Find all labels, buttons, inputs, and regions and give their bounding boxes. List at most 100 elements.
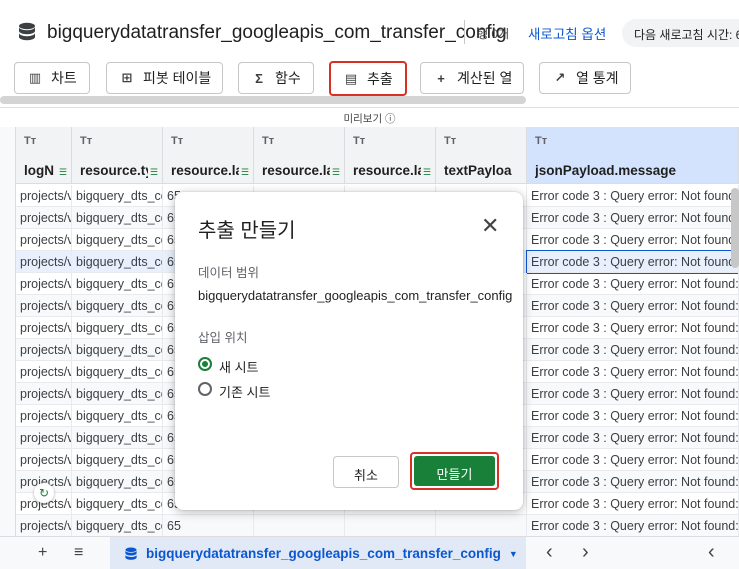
filter-icon[interactable]: ☰ bbox=[150, 167, 158, 178]
text-type-icon: Tт bbox=[171, 135, 184, 147]
sheet-tab-active[interactable]: bigquerydatatransfer_googleapis_com_tran… bbox=[110, 537, 526, 569]
table-cell[interactable]: bigquery_dts_co bbox=[72, 185, 163, 207]
column-header[interactable]: Tт textPayloa bbox=[436, 127, 527, 184]
vertical-scrollbar[interactable] bbox=[731, 188, 739, 268]
table-cell[interactable]: Error code 3 : Query error: Not found: I bbox=[527, 515, 739, 537]
table-cell[interactable]: projects/v bbox=[16, 449, 72, 471]
table-cell[interactable]: Error code 3 : Query error: Not found: I bbox=[527, 295, 739, 317]
table-cell[interactable]: Error code 3 : Query error: Not found: I bbox=[527, 449, 739, 471]
table-cell[interactable]: bigquery_dts_co bbox=[72, 361, 163, 383]
table-cell[interactable]: bigquery_dts_co bbox=[72, 515, 163, 537]
add-sheet-button[interactable]: + bbox=[38, 544, 47, 562]
calculated-column-button[interactable]: + 계산된 열 bbox=[420, 62, 524, 94]
table-cell[interactable]: bigquery_dts_co bbox=[72, 449, 163, 471]
all-sheets-menu-icon[interactable]: ≡ bbox=[74, 544, 83, 562]
table-cell[interactable]: projects/v bbox=[16, 339, 72, 361]
close-icon[interactable]: ✕ bbox=[481, 213, 499, 239]
table-cell[interactable]: bigquery_dts_co bbox=[72, 229, 163, 251]
table-cell[interactable]: Error code 3 : Query error: Not found: I bbox=[527, 405, 739, 427]
table-cell[interactable]: Error code 3 : Query error: Not found: I bbox=[527, 229, 739, 251]
table-cell[interactable]: bigquery_dts_co bbox=[72, 295, 163, 317]
existing-sheet-label[interactable]: 기존 시트 bbox=[219, 382, 270, 401]
sheet-tab-label: bigquerydatatransfer_googleapis_com_tran… bbox=[146, 546, 501, 561]
chevron-down-icon[interactable]: ▼ bbox=[509, 549, 518, 559]
extract-label: 추출 bbox=[367, 70, 393, 87]
table-cell[interactable]: projects/v bbox=[16, 185, 72, 207]
table-cell[interactable]: projects/v bbox=[16, 273, 72, 295]
table-cell[interactable]: bigquery_dts_co bbox=[72, 207, 163, 229]
create-button[interactable]: 만들기 bbox=[410, 452, 499, 490]
table-cell[interactable]: Error code 3 : Query error: Not found: I bbox=[526, 250, 739, 274]
table-cell[interactable]: Error code 3 : Query error: Not found: I bbox=[527, 207, 739, 229]
table-cell[interactable]: projects/v bbox=[16, 317, 72, 339]
column-header[interactable]: Tт resource.ty ☰ bbox=[72, 127, 163, 184]
refresh-icon[interactable]: ↻ bbox=[34, 483, 54, 503]
new-sheet-radio[interactable] bbox=[198, 357, 212, 371]
table-cell[interactable]: 65 bbox=[163, 515, 254, 537]
table-cell[interactable] bbox=[254, 515, 345, 537]
table-cell[interactable]: projects/v bbox=[16, 229, 72, 251]
existing-sheet-radio[interactable] bbox=[198, 382, 212, 396]
filter-icon[interactable]: ☰ bbox=[332, 167, 340, 178]
table-cell[interactable]: bigquery_dts_co bbox=[72, 383, 163, 405]
table-cell[interactable]: Error code 3 : Query error: Not found: I bbox=[527, 427, 739, 449]
table-cell[interactable]: Error code 3 : Query error: Not found: I bbox=[527, 273, 739, 295]
filter-icon[interactable]: ☰ bbox=[423, 167, 431, 178]
pivot-table-button[interactable]: ⊞ 피봇 테이블 bbox=[106, 62, 223, 94]
table-cell[interactable]: projects/v bbox=[16, 251, 72, 273]
scroll-right-icon[interactable]: › bbox=[582, 541, 589, 564]
table-cell[interactable] bbox=[436, 515, 527, 537]
text-type-icon: Tт bbox=[535, 135, 548, 147]
filter-icon[interactable]: ☰ bbox=[59, 167, 67, 178]
create-button-label: 만들기 bbox=[414, 456, 495, 486]
table-cell[interactable] bbox=[345, 515, 436, 537]
chart-button[interactable]: ▥ 차트 bbox=[14, 62, 90, 94]
data-range-label: 데이터 범위 bbox=[198, 266, 259, 280]
collapse-icon[interactable]: ‹ bbox=[708, 541, 715, 564]
table-cell[interactable]: Error code 3 : Query error: Not found: I bbox=[527, 471, 739, 493]
table-cell[interactable]: Error code 3 : Query error: Not found: I bbox=[527, 361, 739, 383]
table-cell[interactable]: bigquery_dts_co bbox=[72, 405, 163, 427]
toolbar-scrollbar[interactable] bbox=[0, 96, 526, 104]
table-cell[interactable]: bigquery_dts_co bbox=[72, 251, 163, 273]
column-header[interactable]: Tт resource.la ☰ bbox=[345, 127, 436, 184]
column-header-selected[interactable]: Tт jsonPayload.message bbox=[527, 127, 739, 184]
refresh-options-link[interactable]: 새로고침 옵션 bbox=[528, 23, 606, 43]
table-cell[interactable]: projects/v bbox=[16, 295, 72, 317]
new-sheet-label[interactable]: 새 시트 bbox=[219, 357, 259, 376]
table-cell[interactable]: Error code 3 : Query error: Not found: I bbox=[527, 493, 739, 515]
table-cell[interactable]: projects/v bbox=[16, 427, 72, 449]
table-cell[interactable]: projects/v bbox=[16, 207, 72, 229]
table-cell[interactable]: bigquery_dts_co bbox=[72, 273, 163, 295]
table-cell[interactable]: bigquery_dts_co bbox=[72, 493, 163, 515]
table-cell[interactable]: projects/v bbox=[16, 361, 72, 383]
table-cell[interactable]: bigquery_dts_co bbox=[72, 339, 163, 361]
column-stats-button[interactable]: ↗ 열 통계 bbox=[539, 62, 631, 94]
table-cell[interactable]: projects/v bbox=[16, 515, 72, 537]
function-button[interactable]: Σ 함수 bbox=[238, 62, 314, 94]
table-row[interactable]: projects/v bigquery_dts_co 65 Error code 3 … bbox=[16, 515, 739, 537]
table-cell[interactable]: bigquery_dts_co bbox=[72, 427, 163, 449]
table-cell[interactable]: projects/v bbox=[16, 405, 72, 427]
column-name: jsonPayload.message bbox=[535, 163, 677, 178]
column-header[interactable]: Tт resource.la ☰ bbox=[163, 127, 254, 184]
preview-label: 미리보기 ⓘ bbox=[0, 107, 739, 127]
scroll-left-icon[interactable]: ‹ bbox=[546, 541, 553, 564]
column-header[interactable]: Tт logN ☰ bbox=[16, 127, 72, 184]
extract-icon: ▤ bbox=[344, 70, 358, 86]
cancel-button[interactable]: 취소 bbox=[333, 456, 399, 488]
filter-icon[interactable]: ☰ bbox=[241, 167, 249, 178]
table-cell[interactable]: Error code 3 : Query error: Not found: I bbox=[527, 339, 739, 361]
table-cell[interactable]: projects/v bbox=[16, 383, 72, 405]
table-cell[interactable]: Error code 3 : Query error: Not found: I bbox=[527, 185, 739, 207]
column-name: resource.ty bbox=[80, 163, 148, 178]
table-cell[interactable]: bigquery_dts_co bbox=[72, 317, 163, 339]
table-cell[interactable]: bigquery_dts_co bbox=[72, 471, 163, 493]
table-cell[interactable]: Error code 3 : Query error: Not found: I bbox=[527, 383, 739, 405]
extract-button[interactable]: ▤ 추출 bbox=[329, 61, 407, 96]
column-header[interactable]: Tт resource.la ☰ bbox=[254, 127, 345, 184]
stats-icon: ↗ bbox=[554, 70, 566, 85]
next-refresh-chip[interactable]: 다음 새로고침 시간: 6 bbox=[622, 19, 739, 47]
calculated-label: 계산된 열 bbox=[457, 70, 513, 86]
table-cell[interactable]: Error code 3 : Query error: Not found: I bbox=[527, 317, 739, 339]
